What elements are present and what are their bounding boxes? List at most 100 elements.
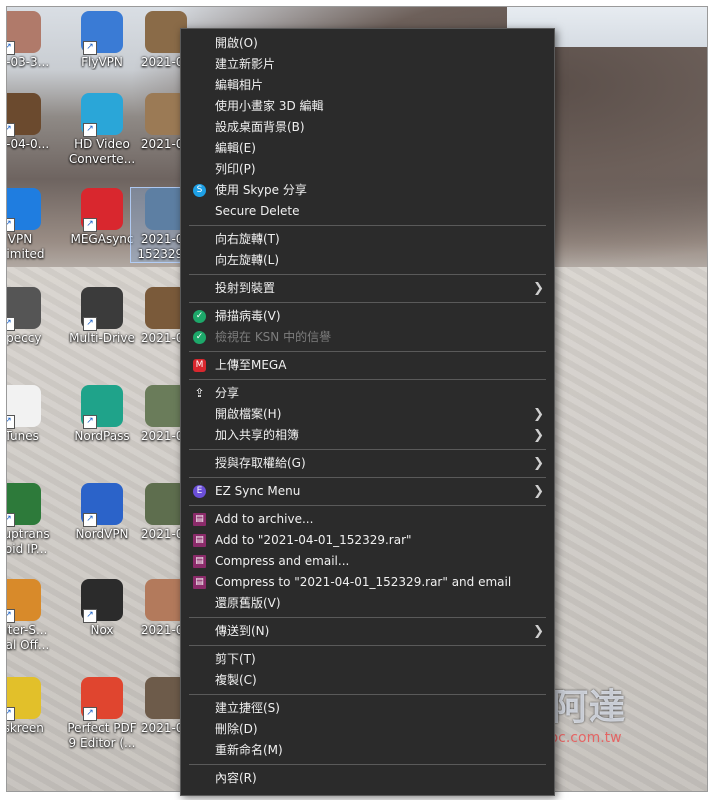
menu-item-label: 向左旋轉(L) — [215, 253, 280, 267]
desktop-icon[interactable]: ↗ MEGAsync — [67, 188, 137, 247]
desktop-icon[interactable]: ↗unter-S...obal Off... — [6, 579, 55, 653]
desktop-icon-image: ↗ — [81, 188, 123, 232]
menu-item[interactable]: ▤ Compress to "2021-04-01_152329.rar" and… — [181, 572, 554, 593]
menu-item-label: 列印(P) — [215, 162, 256, 176]
menu-item[interactable]: 建立新影片 — [181, 54, 554, 75]
shortcut-arrow-icon: ↗ — [83, 415, 97, 429]
menu-separator — [189, 645, 546, 646]
desktop-icon-label: NordVPN — [75, 527, 129, 541]
shortcut-arrow-icon: ↗ — [7, 41, 15, 55]
menu-item-label: 建立新影片 — [215, 57, 276, 71]
menu-item[interactable]: ▤ Add to "2021-04-01_152329.rar" — [181, 530, 554, 551]
menu-item[interactable]: 設成桌面背景(B) — [181, 117, 554, 138]
desktop-icon-label-line2: nlimited — [6, 247, 45, 261]
desktop-icon-label: MEGAsync — [70, 232, 134, 246]
menu-item-label: 掃描病毒(V) — [215, 309, 281, 323]
menu-item-label: 編輯相片 — [215, 78, 264, 92]
menu-item[interactable]: ▤ Add to archive... — [181, 509, 554, 530]
menu-item[interactable]: ▤ Compress and email... — [181, 551, 554, 572]
menu-item[interactable]: 複製(C) — [181, 670, 554, 691]
desktop-icon[interactable]: ↗21-04-0... — [7, 93, 55, 152]
menu-item[interactable]: ✓ 檢視在 KSN 中的信譽 — [181, 327, 554, 348]
desktop-icon-image: ↗ — [7, 385, 41, 429]
menu-item[interactable]: Secure Delete — [181, 201, 554, 222]
desktop-icon-label: HD Video — [74, 137, 130, 151]
shortcut-arrow-icon: ↗ — [7, 123, 15, 137]
desktop-icon[interactable]: ↗ NordPass — [67, 385, 137, 444]
menu-separator — [189, 351, 546, 352]
menu-item[interactable]: 編輯(E) — [181, 138, 554, 159]
desktop-icon-image: ↗ — [81, 579, 123, 623]
menu-separator — [189, 505, 546, 506]
menu-item[interactable]: 刪除(D) — [181, 719, 554, 740]
menu-item[interactable]: 內容(R) — [181, 768, 554, 789]
menu-item[interactable]: 列印(P) — [181, 159, 554, 180]
desktop-icon[interactable]: ↗ HD Video Converte... — [67, 93, 137, 167]
desktop-icon[interactable]: ↗ckuptransdroid IP... — [7, 483, 55, 557]
menu-item[interactable]: 投射到裝置 ❯ — [181, 278, 554, 299]
menu-item-label: Add to archive... — [215, 512, 314, 526]
menu-item[interactable]: 建立捷徑(S) — [181, 698, 554, 719]
desktop-icon[interactable]: ↗ NordVPN — [67, 483, 137, 542]
desktop-icon-label-line2: obal Off... — [6, 638, 50, 652]
shortcut-arrow-icon: ↗ — [83, 707, 97, 721]
desktop-icon[interactable]: ↗ Perfect PDF 9 Editor (... — [67, 677, 137, 751]
winrar-icon: ▤ — [193, 576, 206, 589]
desktop-icon-label: eskreen — [7, 721, 44, 735]
desktop-icon-image: ↗ — [81, 385, 123, 429]
shortcut-arrow-icon: ↗ — [7, 317, 15, 331]
submenu-chevron-icon: ❯ — [533, 624, 544, 639]
desktop-icon[interactable]: ↗ FlyVPN — [67, 11, 137, 70]
menu-separator — [189, 477, 546, 478]
menu-item-label: 開啟(O) — [215, 36, 258, 50]
menu-item[interactable]: ✓ 掃描病毒(V) — [181, 306, 554, 327]
menu-item[interactable]: 編輯相片 — [181, 75, 554, 96]
desktop-icon-label: NordPass — [74, 429, 130, 443]
menu-item-label: 向右旋轉(T) — [215, 232, 280, 246]
winrar-icon: ▤ — [193, 555, 206, 568]
shortcut-arrow-icon: ↗ — [7, 415, 15, 429]
menu-item[interactable]: 加入共享的相簿 ❯ — [181, 425, 554, 446]
desktop-icon[interactable]: ↗21-03-3... — [7, 11, 55, 70]
menu-item[interactable]: M 上傳至MEGA — [181, 355, 554, 376]
menu-item-label: 編輯(E) — [215, 141, 256, 155]
menu-item[interactable]: 向右旋轉(T) — [181, 229, 554, 250]
menu-separator — [189, 302, 546, 303]
desktop-icon[interactable]: ↗ Multi-Drive — [67, 287, 137, 346]
menu-item-label: 使用 Skype 分享 — [215, 183, 307, 197]
menu-item[interactable]: 使用小畫家 3D 編輯 — [181, 96, 554, 117]
ez-sync-icon: E — [193, 485, 206, 498]
kaspersky-check-icon: ✓ — [193, 310, 206, 323]
menu-item[interactable]: 傳送到(N) ❯ — [181, 621, 554, 642]
submenu-chevron-icon: ❯ — [533, 484, 544, 499]
menu-item[interactable]: 開啟(O) — [181, 33, 554, 54]
skype-icon: S — [193, 184, 206, 197]
desktop-icon[interactable]: ↗VPNnlimited — [6, 188, 55, 262]
desktop-icon[interactable]: ↗eskreen — [7, 677, 55, 736]
desktop-icon-image: ↗ — [81, 287, 123, 331]
menu-item[interactable]: ⇪ 分享 — [181, 383, 554, 404]
menu-item[interactable]: S 使用 Skype 分享 — [181, 180, 554, 201]
menu-item[interactable]: 剪下(T) — [181, 649, 554, 670]
menu-item[interactable]: 重新命名(M) — [181, 740, 554, 761]
menu-item-label: 建立捷徑(S) — [215, 701, 280, 715]
desktop-icon[interactable]: ↗iTunes — [7, 385, 55, 444]
menu-item[interactable]: 還原舊版(V) — [181, 593, 554, 614]
desktop-icon-label: ckuptrans — [7, 527, 50, 541]
menu-item-label: 複製(C) — [215, 673, 257, 687]
submenu-chevron-icon: ❯ — [533, 281, 544, 296]
menu-item-label: 上傳至MEGA — [215, 358, 287, 372]
desktop-icon[interactable]: ↗Speccy — [7, 287, 55, 346]
desktop-icon[interactable]: ↗ Nox — [67, 579, 137, 638]
share-icon: ⇪ — [194, 386, 205, 400]
kaspersky-check-icon: ✓ — [193, 331, 206, 344]
desktop-icon-label: Perfect PDF — [67, 721, 137, 735]
menu-item[interactable]: E EZ Sync Menu ❯ — [181, 481, 554, 502]
menu-item[interactable]: 授與存取權給(G) ❯ — [181, 453, 554, 474]
menu-item-label: 授與存取權給(G) — [215, 456, 306, 470]
menu-item[interactable]: 向左旋轉(L) — [181, 250, 554, 271]
winrar-icon: ▤ — [193, 534, 206, 547]
desktop-icon-label: iTunes — [7, 429, 39, 443]
desktop-icon-image: ↗ — [7, 483, 41, 527]
menu-item[interactable]: 開啟檔案(H) ❯ — [181, 404, 554, 425]
